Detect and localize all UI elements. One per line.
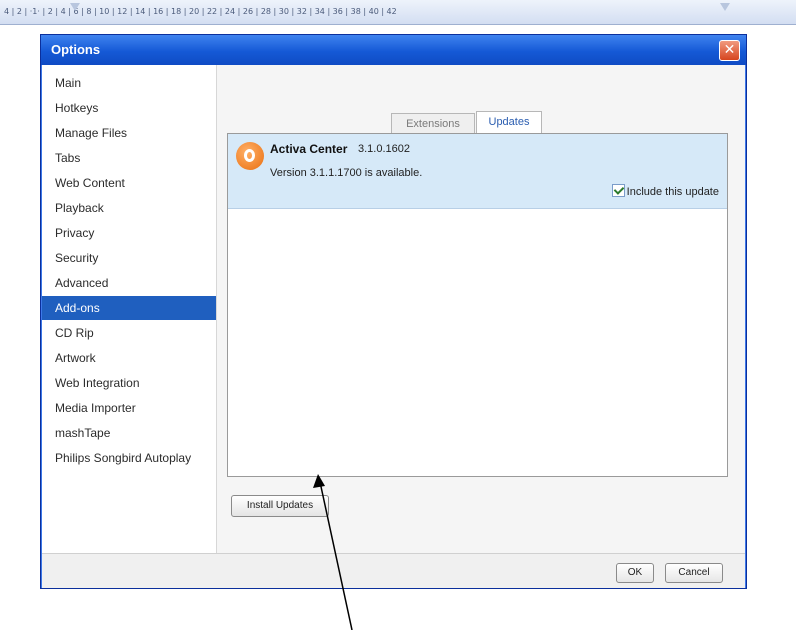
nav-item-philips-songbird-autoplay[interactable]: Philips Songbird Autoplay (42, 446, 216, 470)
addon-version: 3.1.0.1602 (358, 143, 410, 155)
add-ons-pane: Extensions Updates Activa Center 3.1.0.1… (217, 65, 745, 553)
nav-item-privacy[interactable]: Privacy (42, 221, 216, 245)
checkbox-checked-icon[interactable] (611, 184, 625, 197)
ruler-indent-marker[interactable] (70, 3, 80, 11)
nav-item-artwork[interactable]: Artwork (42, 346, 216, 370)
tab-updates[interactable]: Updates (476, 111, 542, 133)
nav-item-hotkeys[interactable]: Hotkeys (42, 96, 216, 120)
nav-item-web-content[interactable]: Web Content (42, 171, 216, 195)
include-update-checkbox[interactable]: Include this update (611, 184, 719, 198)
include-update-label: Include this update (626, 186, 719, 198)
tab-extensions[interactable]: Extensions (391, 113, 475, 133)
install-updates-button[interactable]: Install Updates (231, 495, 329, 517)
nav-item-web-integration[interactable]: Web Integration (42, 371, 216, 395)
nav-item-cd-rip[interactable]: CD Rip (42, 321, 216, 345)
ok-button[interactable]: OK (616, 563, 654, 583)
nav-item-tabs[interactable]: Tabs (42, 146, 216, 170)
nav-item-manage-files[interactable]: Manage Files (42, 121, 216, 145)
title-bar[interactable]: Options ✕ (41, 35, 746, 65)
options-category-list: Main Hotkeys Manage Files Tabs Web Conte… (42, 65, 217, 553)
dialog-button-bar: OK Cancel (42, 553, 745, 588)
nav-item-add-ons[interactable]: Add-ons (42, 296, 216, 320)
nav-item-playback[interactable]: Playback (42, 196, 216, 220)
nav-item-advanced[interactable]: Advanced (42, 271, 216, 295)
nav-item-mashtape[interactable]: mashTape (42, 421, 216, 445)
update-row-activa-center[interactable]: Activa Center 3.1.0.1602 Version 3.1.1.1… (228, 134, 727, 209)
nav-item-media-importer[interactable]: Media Importer (42, 396, 216, 420)
cancel-button[interactable]: Cancel (665, 563, 723, 583)
ruler: 4 | 2 | ·1· | 2 | 4 | 6 | 8 | 10 | 12 | … (0, 0, 796, 25)
ruler-scale: 4 | 2 | ·1· | 2 | 4 | 6 | 8 | 10 | 12 | … (4, 7, 397, 16)
updates-list: Activa Center 3.1.0.1602 Version 3.1.1.1… (227, 133, 728, 477)
nav-item-main[interactable]: Main (42, 71, 216, 95)
nav-item-security[interactable]: Security (42, 246, 216, 270)
addon-name: Activa Center (270, 142, 348, 156)
close-button[interactable]: ✕ (719, 40, 740, 61)
window-title: Options (51, 42, 101, 57)
close-icon: ✕ (723, 42, 736, 58)
ruler-tab-marker[interactable] (720, 3, 730, 11)
options-dialog: Options ✕ Main Hotkeys Manage Files Tabs… (40, 34, 747, 589)
update-available-text: Version 3.1.1.1700 is available. (270, 167, 423, 179)
activa-logo-icon (236, 142, 264, 170)
